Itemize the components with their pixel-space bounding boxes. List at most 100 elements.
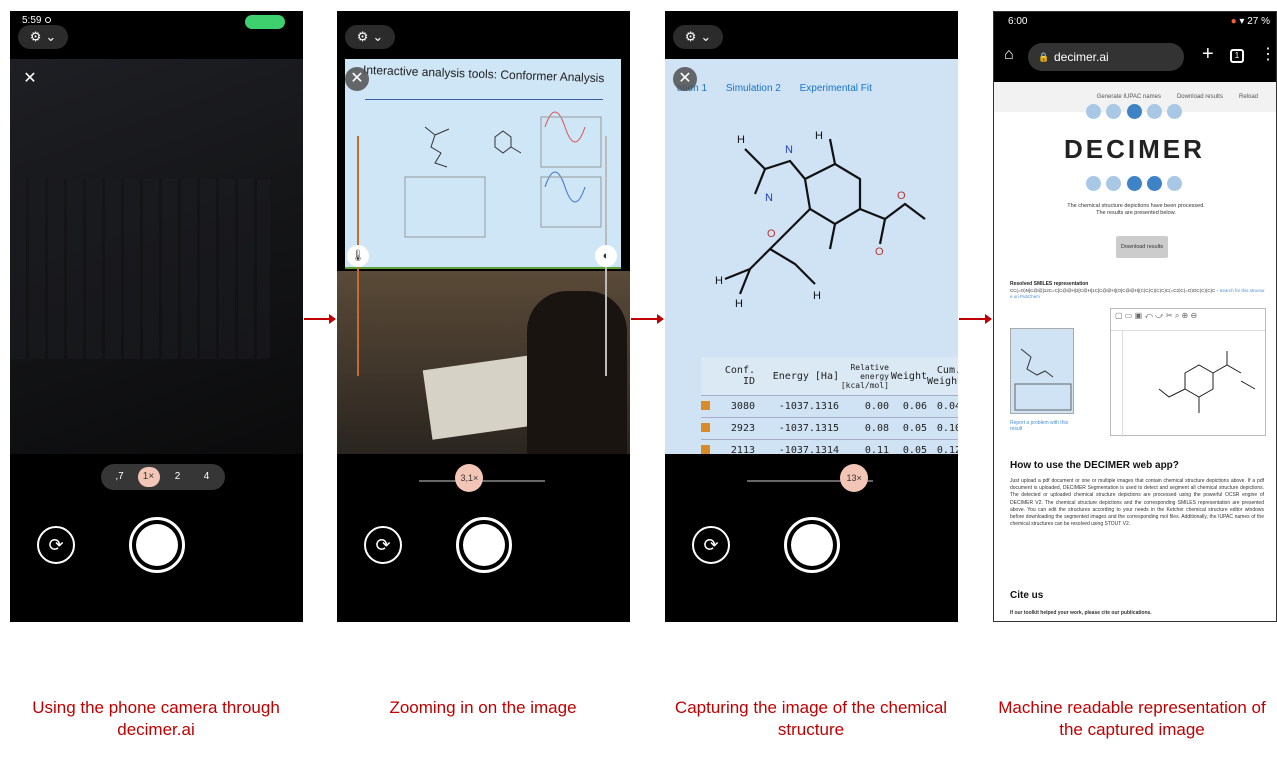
thermometer-icon[interactable]: 🌡 — [347, 245, 369, 267]
processed-message: The chemical structure depictions have b… — [1067, 203, 1205, 209]
shutter-button[interactable] — [783, 517, 840, 573]
close-icon[interactable]: ✕ — [345, 67, 369, 91]
results-message: The results are presented below. — [1096, 210, 1176, 216]
zoom-selector: ,7 1× 2 4 — [101, 464, 225, 490]
battery-level: 27 % — [1247, 16, 1270, 27]
camera-panel-3: ation 1 Simulation 2 Experimental Fit H N… — [665, 11, 958, 622]
tab-simulation-2: Simulation 2 — [725, 83, 781, 94]
zoom-slider-knob[interactable]: 13× — [840, 464, 869, 492]
shutter-button[interactable] — [455, 517, 512, 573]
camera-topbar: 5:59 ⚙ ⌄ — [10, 11, 303, 59]
cell: 2923 — [730, 423, 755, 434]
flow-arrow — [631, 314, 664, 324]
ketcher-editor[interactable]: ▢ ▭ ▣ ⤺ ⤻ ✂ ⌕ ⊕ ⊖ — [1110, 308, 1266, 437]
nav-generate-iupac[interactable]: Generate IUPAC names — [1097, 94, 1161, 100]
switch-camera-button[interactable]: ⟳ — [364, 526, 402, 564]
simulation-tabs: ation 1 Simulation 2 Experimental Fit — [677, 83, 888, 94]
cell: 0.12 — [936, 445, 958, 456]
address-bar[interactable]: 🔒 decimer.ai — [1028, 43, 1184, 71]
svg-text:O: O — [875, 246, 884, 258]
howto-heading: How to use the DECIMER web app? — [1010, 460, 1179, 471]
brightness-icon[interactable]: ◐ — [595, 245, 617, 267]
caption-3: Capturing the image of the chemical stru… — [674, 698, 948, 739]
captured-structure-view: ation 1 Simulation 2 Experimental Fit H N… — [665, 59, 958, 456]
room-background — [337, 271, 630, 454]
zoom-option-selected[interactable]: 1× — [137, 467, 160, 487]
new-tab-icon[interactable]: + — [1202, 43, 1214, 66]
thumbnail-structure — [1014, 348, 1072, 411]
camera-settings-button[interactable]: ⚙ ⌄ — [673, 25, 723, 49]
cell: 0.11 — [864, 445, 889, 456]
nav-reload[interactable]: Reload — [1239, 94, 1258, 100]
camera-panel-1: 5:59 ⚙ ⌄ ✕ ,7 1× 2 4 ⟳ — [10, 11, 303, 622]
checkbox[interactable] — [701, 444, 710, 454]
cell: -1037.1314 — [778, 445, 839, 456]
column-header: Weight — [890, 370, 927, 382]
cell: 0.10 — [936, 423, 958, 434]
video-indicator — [245, 15, 285, 29]
zoom-option[interactable]: ,7 — [109, 467, 131, 487]
svg-text:H: H — [737, 134, 745, 146]
switch-camera-button[interactable]: ⟳ — [692, 526, 730, 564]
rotate-icon: ⟳ — [48, 535, 64, 555]
status-time: 6:00 — [1008, 16, 1028, 27]
gear-icon: ⚙ — [684, 29, 697, 44]
caption-1: Using the phone camera through decimer.a… — [32, 698, 280, 739]
camera-settings-button[interactable]: ⚙ ⌄ — [345, 25, 395, 49]
table-header: Conf. ID Energy [Ha] Relative energy [kc… — [701, 357, 958, 395]
table-row: 2113 -1037.1314 0.11 0.05 0.12 — [701, 439, 958, 461]
camera-settings-button[interactable]: ⚙ ⌄ — [18, 25, 68, 49]
tab-switcher-button[interactable]: 1 — [1230, 49, 1244, 63]
smiles-heading: Resolved SMILES representation — [1010, 281, 1089, 287]
checkbox[interactable] — [701, 422, 710, 432]
home-icon[interactable]: ⌂ — [1004, 46, 1014, 64]
slide-content — [404, 111, 602, 238]
download-results-button[interactable]: Download results — [1116, 236, 1168, 258]
decimer-logo: DECIMER — [1064, 104, 1204, 194]
svg-text:O: O — [767, 228, 776, 240]
zoom-option[interactable]: 4 — [196, 467, 218, 487]
svg-text:H: H — [715, 275, 723, 287]
gear-icon: ⚙ — [356, 29, 369, 44]
svg-text:H: H — [735, 298, 743, 310]
table-row: 2923 -1037.1315 0.08 0.05 0.10 — [701, 417, 958, 439]
browser-panel: 6:00 ● ▾ 27 % ⌂ 🔒 decimer.ai + 1 ⋮ Gener… — [993, 11, 1277, 622]
cell: -1037.1316 — [778, 401, 839, 412]
caption-4: Machine readable representation of the c… — [998, 698, 1266, 739]
lock-icon: 🔒 — [1038, 52, 1050, 62]
column-header: Cum. Weight — [927, 365, 958, 387]
camera-topbar: ⚙ ⌄ — [337, 11, 630, 59]
caption-2: Zooming in on the image — [389, 698, 577, 717]
table-row: 3080 -1037.1316 0.00 0.06 0.04 — [701, 395, 958, 417]
slide-title: Interactive analysis tools: Conformer An… — [362, 62, 605, 86]
nav-download-results[interactable]: Download results — [1177, 94, 1223, 100]
switch-camera-button[interactable]: ⟳ — [37, 526, 75, 564]
cell: 0.06 — [902, 401, 927, 412]
zoom-option[interactable]: 2 — [167, 467, 189, 487]
more-options-icon[interactable]: ⋮ — [1260, 44, 1276, 64]
status-bar: 6:00 ● ▾ 27 % — [994, 12, 1276, 32]
shutter-button[interactable] — [128, 517, 185, 573]
smiles-block: CC(=O)N[C@@]12C=C[C@@H]3[C@H]1C[C@@H](O[… — [1010, 288, 1265, 299]
projection-screen: Interactive analysis tools: Conformer An… — [345, 59, 621, 269]
close-icon[interactable]: ✕ — [673, 67, 697, 91]
conformer-table: Conf. ID Energy [Ha] Relative energy [kc… — [701, 357, 958, 461]
column-header: Energy [Ha] — [772, 370, 839, 382]
ketcher-side-toolbar — [1111, 331, 1123, 437]
segmented-image-thumbnail — [1010, 328, 1074, 414]
svg-text:N: N — [765, 192, 773, 204]
report-problem-link[interactable]: Report a problem with this result — [1010, 420, 1070, 432]
checkbox[interactable] — [701, 400, 710, 410]
cell: 0.04 — [936, 401, 958, 412]
cell: 0.05 — [902, 423, 927, 434]
logo-text: DECIMER — [1064, 134, 1205, 164]
close-icon[interactable]: ✕ — [18, 67, 42, 91]
slide-rule — [365, 99, 603, 100]
zoom-slider-knob[interactable]: 3,1× — [455, 464, 484, 492]
rotate-icon: ⟳ — [375, 535, 391, 555]
record-icon — [45, 17, 52, 24]
status-icons: ● ▾ 27 % — [1231, 16, 1270, 27]
tab-experimental-fit: Experimental Fit — [799, 83, 872, 94]
person-silhouette — [527, 291, 627, 454]
cite-heading: Cite us — [1010, 590, 1044, 601]
